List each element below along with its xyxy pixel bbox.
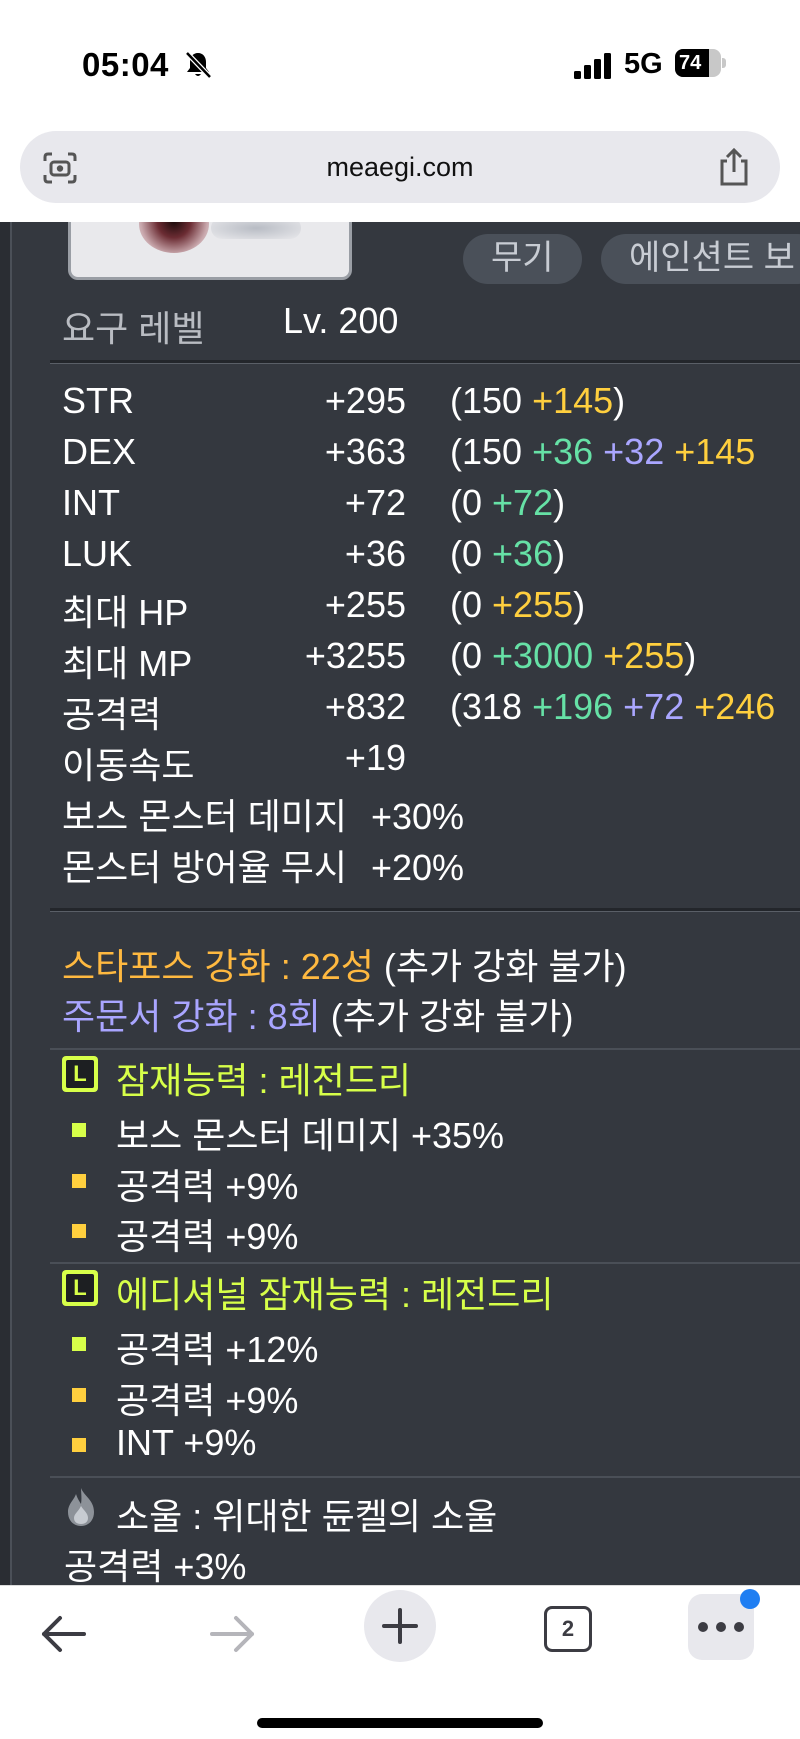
divider [50,1476,800,1478]
battery-percent: 74 [679,52,702,74]
back-arrow-icon[interactable] [38,1612,90,1656]
stat-total: +36 [344,533,406,574]
divider [50,1262,800,1264]
stat-total: +255 [324,584,406,625]
soul-title: 소울 : 위대한 듄켈의 소울 [116,1496,498,1537]
starforce-note: (추가 강화 불가) [373,946,627,987]
special-stat-value: +30% [370,796,465,837]
stat-name: 최대 MP [62,643,193,684]
stat-total: +19 [344,737,406,778]
plus-icon [382,1608,418,1644]
stat-breakdown: (0 +72) [450,482,566,523]
potential-title: 잠재능력 : 레전드리 [116,1060,411,1101]
stat-name: LUK [62,533,133,574]
item-image [68,222,352,280]
browser-toolbar: 2 [0,1585,800,1739]
home-indicator[interactable] [257,1718,543,1728]
starforce-line: 스타포스 강화 : 22성 (추가 강화 불가) [62,938,627,990]
bullet-icon [72,1388,86,1402]
more-dots-icon [698,1622,744,1632]
additional-potential-title: 에디셔널 잠재능력 : 레전드리 [116,1274,554,1315]
tabs-button[interactable]: 2 [544,1606,592,1652]
stat-breakdown: (0 +36) [450,533,566,574]
legendary-badge-icon: L [62,1056,98,1092]
stat-name: 공격력 [62,694,162,735]
stat-breakdown: (318 +196 +72 +246 [450,686,776,727]
stat-breakdown: (0 +3000 +255) [450,635,697,676]
stat-name: DEX [62,431,137,472]
stat-breakdown: (0 +255) [450,584,586,625]
share-icon[interactable] [716,147,752,187]
soul-effect: 공격력 +3% [64,1546,247,1585]
bell-slash-icon [185,51,212,79]
stat-total: +72 [344,482,406,523]
stat-row: 이동속도 +19 [0,737,800,788]
stat-row: 최대 HP +255 (0 +255) [0,584,800,635]
network-label: 5G [624,48,663,80]
bullet-icon [72,1123,86,1137]
url-text[interactable]: meaegi.com [20,131,780,203]
battery-icon: 74 [675,49,727,77]
divider [50,360,800,364]
bullet-icon [72,1224,86,1238]
divider [50,1048,800,1050]
bullet-icon [72,1337,86,1351]
special-stat-value: +20% [370,847,465,888]
scroll-line: 주문서 강화 : 8회 (추가 강화 불가) [62,988,573,1040]
camera-scan-icon[interactable] [42,151,78,185]
special-stat-name: 보스 몬스터 데미지 [62,796,347,837]
forward-arrow-icon[interactable] [206,1612,258,1656]
address-bar[interactable]: meaegi.com [20,131,780,203]
stat-breakdown: (150 +145) [450,380,626,421]
scroll-note: (추가 강화 불가) [320,996,574,1037]
scroll-label: 주문서 강화 : 8회 [62,996,321,1037]
stat-total: +295 [324,380,406,421]
legendary-badge-icon: L [62,1270,98,1306]
bullet-icon [72,1438,86,1452]
stat-name: 이동속도 [62,745,195,786]
signal-icon [574,53,611,79]
tag-class: 에인션트 보 [601,234,800,284]
stat-total: +363 [324,431,406,472]
notification-dot [740,1589,760,1609]
status-bar: 05:04 5G 74 [0,0,800,120]
item-tooltip: 무기 에인션트 보 요구 레벨 Lv. 200 STR +295 (150 +145… [0,222,800,1585]
divider [50,908,800,912]
stat-name: INT [62,482,120,523]
stat-name: 최대 HP [62,592,189,633]
stat-name: STR [62,380,134,421]
required-level-label: 요구 레벨 [62,308,205,349]
stat-breakdown: (150 +36 +32 +145 [450,431,756,472]
status-time: 05:04 [82,46,169,83]
stat-total: +3255 [304,635,406,676]
stat-row: 공격력 +832 (318 +196 +72 +246 [0,686,800,737]
stat-row: STR +295 (150 +145) [0,380,800,431]
special-stat-row: 몬스터 방어율 무시 +20% [0,839,800,890]
tag-weapon: 무기 [463,234,582,284]
special-stat-name: 몬스터 방어율 무시 [62,847,347,888]
stat-row: INT +72 (0 +72) [0,482,800,533]
required-level-value: Lv. 200 [283,300,399,341]
stat-row: 최대 MP +3255 (0 +3000 +255) [0,635,800,686]
stat-row: DEX +363 (150 +36 +32 +145 [0,431,800,482]
bullet-icon [72,1174,86,1188]
stat-row: LUK +36 (0 +36) [0,533,800,584]
flame-icon [68,1488,94,1526]
starforce-label: 스타포스 강화 : 22성 [62,946,374,987]
stat-total: +832 [324,686,406,727]
new-tab-button[interactable] [364,1590,436,1662]
special-stat-row: 보스 몬스터 데미지 +30% [0,788,800,839]
